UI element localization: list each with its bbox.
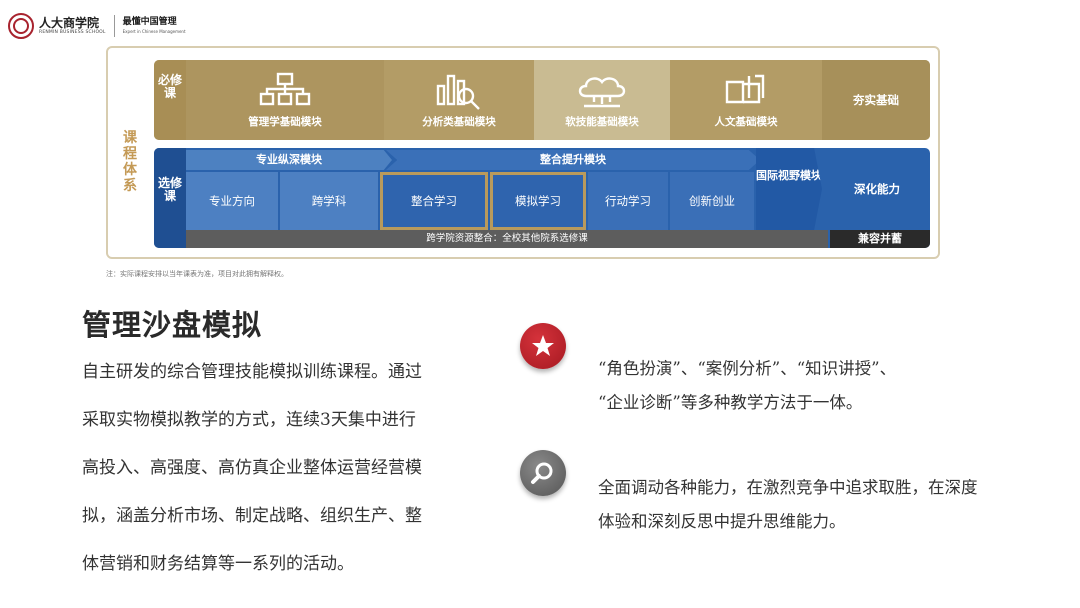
compat-label: 兼容并蓄 [830,230,930,248]
description-line: 高投入、高强度、高仿真企业整体运营经营模 [82,458,422,478]
arrow-specialization: 专业纵深模块 [186,150,392,170]
required-courses-band: 必修课 管理学基础模块 分析类基础模块 软技能基础模块 人文基础模块 夯实基础 [154,60,930,140]
bullet-line: “企业诊断”等多种教学方法于一体。 [598,393,863,412]
slogan-cn: 最懂中国管理 [122,17,177,27]
description-line: 自主研发的综合管理技能模拟训练课程。通过 [82,362,422,382]
cell-action-learning: 行动学习 [588,172,668,230]
school-logo: 人大商学院 RENMIN BUSINESS SCHOOL 最懂中国管理 Expe… [8,11,186,41]
school-name-cn: 人大商学院 [39,15,100,30]
bullet-teaching-methods: “角色扮演”、“案例分析”、“知识讲授”、 “企业诊断”等多种教学方法于一体。 [598,352,1066,420]
required-outcome: 夯实基础 [822,60,930,140]
module-humanities: 人文基础模块 [670,60,822,140]
bar-chart-magnifier-icon [436,74,480,110]
slogan: 最懂中国管理 Expert in Chinese Management [123,18,186,34]
module-analysis-label: 分析类基础模块 [422,116,496,128]
description-line: 拟，涵盖分析市场、制定战略、组织生产、整 [82,506,422,526]
elective-courses-band: 选修课 专业纵深模块 整合提升模块 专业方向 跨学科 整合学习 模拟学习 行动学… [154,148,930,248]
bullet-abilities: 全面调动各种能力，在激烈竞争中追求取胜，在深度 体验和深刻反思中提升思维能力。 [598,471,1066,539]
bullet-line: 全面调动各种能力，在激烈竞争中追求取胜，在深度 [598,478,978,497]
cell-integrated-learning: 整合学习 [380,172,488,230]
resource-integration-bar: 跨学院资源整合：全校其他院系选修课 [186,230,828,248]
description-line: 体营销和财务结算等一系列的活动。 [82,554,354,574]
description-line: 采取实物模拟教学的方式，连续3天集中进行 [82,410,416,430]
bullet-line: 体验和深刻反思中提升思维能力。 [598,512,846,531]
required-outcome-label: 夯实基础 [853,93,899,107]
module-analysis: 分析类基础模块 [384,60,534,140]
cell-innovation: 创新创业 [670,172,754,230]
seal-icon [8,13,34,39]
curriculum-diagram: 课程体系 必修课 管理学基础模块 分析类基础模块 软技能基础模块 人文基础模块 … [106,46,940,259]
book-icon [725,74,765,104]
slogan-en: Expert in Chinese Management [122,29,186,34]
arrow-integration: 整合提升模块 [386,150,760,170]
module-softskills-label: 软技能基础模块 [565,116,639,128]
bullet-line: “角色扮演”、“案例分析”、“知识讲授”、 [598,359,897,378]
international-module: 国际视野模块 [756,148,822,230]
school-name: 人大商学院 RENMIN BUSINESS SCHOOL [39,17,106,36]
elective-tag: 选修课 [154,148,186,248]
required-tag: 必修课 [154,60,186,140]
module-softskills: 软技能基础模块 [534,60,670,140]
page-title: 管理沙盘模拟 [82,308,263,342]
cell-simulation-learning: 模拟学习 [490,172,586,230]
cell-major-direction: 专业方向 [186,172,278,230]
cloud-network-icon [578,77,626,108]
org-chart-icon [259,72,311,106]
module-management-label: 管理学基础模块 [248,116,322,128]
elective-outcome: 深化能力 [854,182,900,196]
diagram-note: 注：实际课程安排以当年课表为准，项目对此拥有解释权。 [106,270,288,278]
school-name-en: RENMIN BUSINESS SCHOOL [39,29,106,35]
module-humanities-label: 人文基础模块 [714,116,778,128]
cell-interdisciplinary: 跨学科 [280,172,378,230]
course-description: 自主研发的综合管理技能模拟训练课程。通过 采取实物模拟教学的方式，连续3天集中进… [82,356,494,596]
search-icon [520,450,566,496]
curriculum-system-label: 课程体系 [123,130,137,194]
logo-divider [113,15,115,37]
star-icon [520,323,566,369]
module-management: 管理学基础模块 [186,60,384,140]
